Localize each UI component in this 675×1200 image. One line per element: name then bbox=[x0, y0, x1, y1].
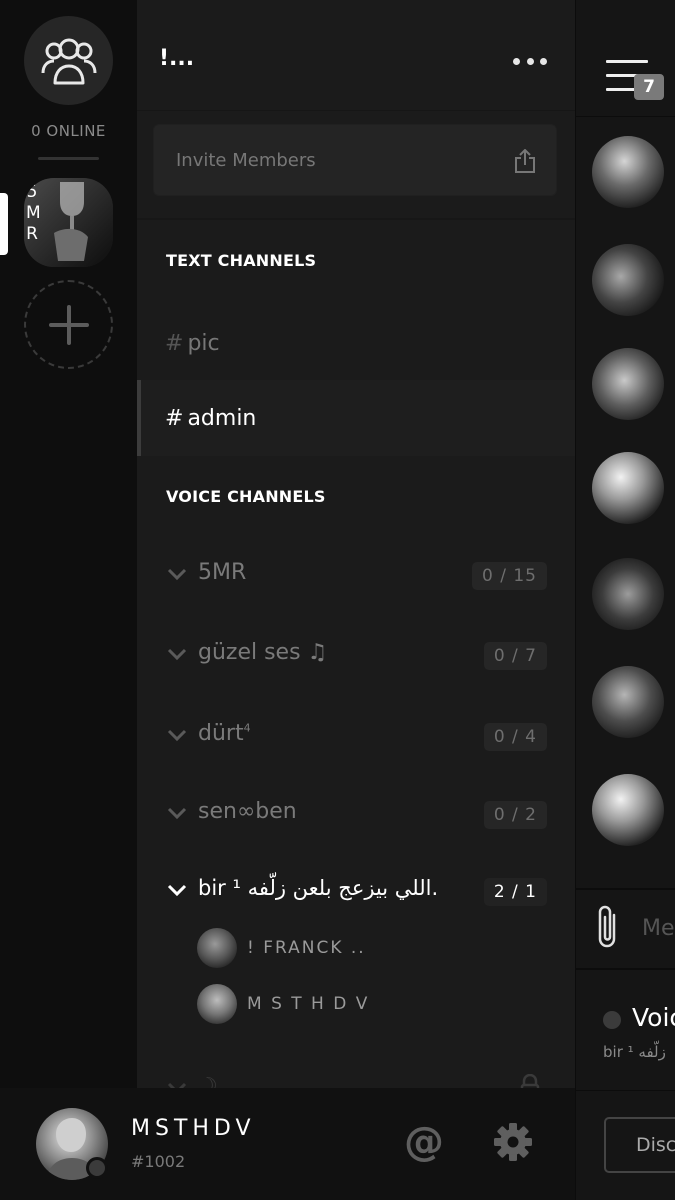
voice-channel-sen-ben[interactable]: sen∞ben 0 / 2 bbox=[137, 785, 575, 845]
username: MSTHDV bbox=[131, 1116, 256, 1141]
chevron-down-icon bbox=[167, 884, 187, 897]
voice-connected-title: Voic bbox=[632, 1003, 675, 1032]
mentions-button[interactable]: @ bbox=[404, 1122, 444, 1162]
chevron-down-icon bbox=[167, 648, 187, 661]
voice-user-limit: 0 / 7 bbox=[483, 642, 547, 670]
chevron-down-icon bbox=[167, 729, 187, 742]
voice-channel-bir[interactable]: bir ¹ اللي بيزعج بلعن زلّفه. 2 / 1 bbox=[137, 862, 575, 922]
chevron-down-icon bbox=[167, 568, 187, 581]
gear-icon[interactable] bbox=[492, 1121, 534, 1163]
chevron-down-icon bbox=[167, 1082, 187, 1088]
disconnect-button[interactable]: Disc bbox=[604, 1117, 675, 1173]
member-avatar[interactable] bbox=[592, 348, 664, 420]
friends-button[interactable] bbox=[24, 16, 113, 105]
member-avatar[interactable] bbox=[592, 136, 664, 208]
user-status-dot bbox=[86, 1157, 108, 1179]
voice-channel-5mr[interactable]: 5MR 0 / 15 bbox=[137, 546, 575, 606]
member-column-divider bbox=[576, 116, 675, 117]
plus-icon bbox=[48, 304, 89, 345]
share-icon bbox=[515, 149, 535, 173]
user-discriminator: #1002 bbox=[131, 1152, 186, 1171]
add-server-button[interactable] bbox=[24, 280, 113, 369]
message-input-placeholder[interactable]: Me bbox=[642, 916, 675, 941]
server-icon-5mr[interactable]: 5 M R bbox=[24, 178, 113, 267]
member-avatar[interactable] bbox=[592, 774, 664, 846]
notification-badge: 7 bbox=[634, 74, 664, 100]
member-avatar[interactable] bbox=[592, 558, 664, 630]
voice-channels-category[interactable]: VOICE CHANNELS bbox=[166, 487, 326, 506]
channel-panel: !... Invite Members TEXT CHANNELS # pic … bbox=[137, 0, 575, 1088]
rail-divider bbox=[38, 157, 99, 160]
hash-icon: # bbox=[165, 405, 184, 431]
more-options-icon[interactable] bbox=[513, 50, 547, 72]
user-bar: MSTHDV #1002 @ bbox=[0, 1088, 575, 1200]
voice-user-limit: 0 / 15 bbox=[472, 562, 547, 590]
voice-user-limit: 2 / 1 bbox=[483, 878, 547, 906]
avatar bbox=[197, 984, 237, 1024]
server-name: !... bbox=[159, 46, 195, 71]
voice-channel-moon[interactable]: ☽ bbox=[137, 1060, 575, 1088]
voice-channel-durt[interactable]: dürt4 0 / 4 bbox=[137, 707, 575, 767]
voice-channel-name: dürt4 bbox=[198, 721, 251, 746]
channel-pic[interactable]: # pic bbox=[137, 305, 575, 381]
selected-server-indicator bbox=[0, 193, 8, 255]
input-divider bbox=[576, 888, 675, 890]
voice-member-franck[interactable]: ! FRANCK .. bbox=[197, 926, 537, 970]
voice-user-limit: 0 / 2 bbox=[483, 801, 547, 829]
hash-icon: # bbox=[165, 330, 184, 356]
server-initial: M bbox=[26, 203, 41, 223]
member-avatar[interactable] bbox=[592, 244, 664, 316]
voice-divider bbox=[576, 1090, 675, 1091]
voice-channel-name: sen∞ben bbox=[198, 799, 297, 824]
avatar bbox=[197, 928, 237, 968]
member-avatar[interactable] bbox=[592, 452, 664, 524]
chevron-down-icon bbox=[167, 807, 187, 820]
voice-channel-name: ☽ bbox=[198, 1074, 218, 1088]
voice-user-limit: 0 / 4 bbox=[483, 723, 547, 751]
voice-member-name: ! FRANCK .. bbox=[247, 938, 366, 958]
server-initial: R bbox=[26, 224, 38, 244]
channel-name: admin bbox=[187, 405, 257, 431]
voice-channel-superscript: 4 bbox=[243, 721, 251, 735]
section-divider bbox=[137, 218, 575, 220]
channel-admin[interactable]: # admin bbox=[137, 380, 575, 456]
voice-channel-name: güzel ses ♫ bbox=[198, 640, 328, 665]
server-rail: 0 ONLINE 5 M R bbox=[0, 0, 137, 1088]
voice-channel-name: 5MR bbox=[198, 560, 247, 585]
lock-icon bbox=[520, 1074, 540, 1088]
voice-channel-name-text: dürt bbox=[198, 721, 244, 746]
member-avatar[interactable] bbox=[592, 666, 664, 738]
invite-members-label: Invite Members bbox=[176, 150, 316, 171]
input-divider bbox=[576, 968, 675, 970]
paperclip-icon[interactable] bbox=[596, 905, 620, 951]
invite-members-button[interactable]: Invite Members bbox=[153, 124, 557, 196]
online-count: 0 ONLINE bbox=[31, 122, 106, 140]
voice-connected-channel: bir ¹ زلّفه bbox=[603, 1043, 666, 1061]
voice-member-msthdv[interactable]: M S T H D V bbox=[197, 982, 537, 1026]
channel-name: pic bbox=[187, 330, 220, 356]
voice-channel-guzel-ses[interactable]: güzel ses ♫ 0 / 7 bbox=[137, 626, 575, 686]
server-initials: 5 M R bbox=[26, 182, 41, 245]
voice-channel-name: bir ¹ اللي بيزعج بلعن زلّفه. bbox=[198, 876, 439, 900]
text-channels-category[interactable]: TEXT CHANNELS bbox=[166, 251, 316, 270]
voice-member-name: M S T H D V bbox=[247, 994, 370, 1014]
header-divider bbox=[137, 110, 575, 111]
friends-icon bbox=[41, 38, 96, 84]
member-column: 7 Me Voic bir ¹ زلّفه Disc bbox=[575, 0, 675, 1200]
server-initial: 5 bbox=[26, 182, 38, 202]
voice-status-dot bbox=[603, 1011, 621, 1029]
